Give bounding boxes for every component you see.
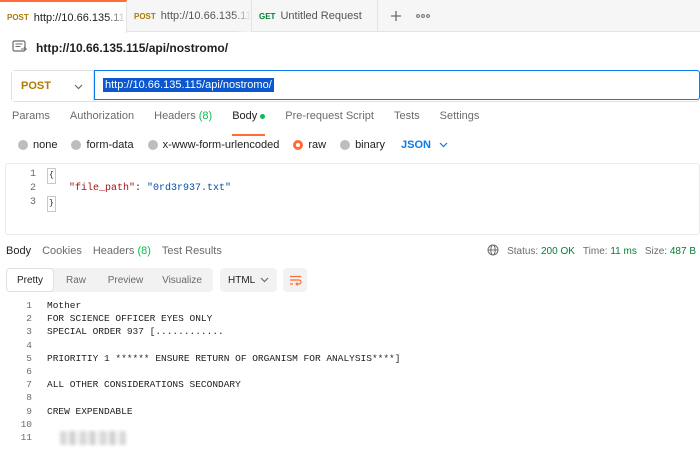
radio-raw[interactable] xyxy=(293,140,304,150)
globe-icon[interactable] xyxy=(487,244,499,259)
open-brace: { xyxy=(47,168,56,184)
status-field[interactable]: Status: 200 OK xyxy=(507,246,575,257)
response-tab-body[interactable]: Body xyxy=(6,245,31,259)
radio-binary[interactable] xyxy=(340,140,351,150)
method-value: POST xyxy=(21,80,51,92)
body-type-form-data[interactable]: form-data xyxy=(71,139,134,151)
tab-headers[interactable]: Headers (8) xyxy=(154,110,212,130)
body-indicator-dot xyxy=(260,113,266,119)
line-number: 3 xyxy=(29,197,36,208)
line-number: 1 xyxy=(29,169,36,180)
response-line: 6 xyxy=(26,366,32,377)
response-line: 4 xyxy=(26,339,32,351)
json-value: "0rd3r937.txt" xyxy=(147,183,232,194)
tab-body-label: Body xyxy=(232,110,258,122)
json-colon: : xyxy=(135,183,148,194)
http-request-icon xyxy=(12,39,28,57)
time-value: 11 ms xyxy=(610,246,637,257)
request-header: http://10.66.135.115/api/nostromo/ xyxy=(12,38,228,58)
response-format-value: HTML xyxy=(228,274,256,286)
size-value: 487 B xyxy=(669,246,696,257)
status-value: 200 OK xyxy=(541,246,575,257)
body-format-value: JSON xyxy=(401,139,431,151)
more-icon[interactable] xyxy=(413,6,433,26)
request-tabs: Params Authorization Headers (8) Body Pr… xyxy=(12,110,499,136)
response-line: 5 PRIORITIY 1 ****** ENSURE RETURN OF ORG… xyxy=(26,352,401,364)
view-pretty[interactable]: Pretty xyxy=(6,268,54,292)
radio-form-data[interactable] xyxy=(71,140,82,150)
response-tab-cookies[interactable]: Cookies xyxy=(42,245,82,259)
body-format-select[interactable]: JSON xyxy=(401,139,448,151)
headers-count: (8) xyxy=(198,110,213,122)
request-title[interactable]: http://10.66.135.115/api/nostromo/ xyxy=(36,41,228,55)
tab-prerequest-script[interactable]: Pre-request Script xyxy=(285,110,374,130)
response-view-switch: Pretty Raw Preview Visualize xyxy=(6,268,213,292)
line-number: 2 xyxy=(29,183,36,194)
response-status: Status: 200 OK Time: 11 ms Size: 487 B xyxy=(487,244,696,259)
body-type-binary[interactable]: binary xyxy=(340,139,385,151)
tab-authorization[interactable]: Authorization xyxy=(70,110,134,130)
tab-method: GET xyxy=(259,11,276,21)
body-type-selector: none form-data x-www-form-urlencoded raw… xyxy=(18,138,448,152)
close-brace: } xyxy=(47,196,56,212)
tab-settings[interactable]: Settings xyxy=(440,110,480,130)
tab-headers-label: Headers xyxy=(154,110,196,122)
response-line: 1 Mother xyxy=(26,300,82,311)
json-key: "file_path" xyxy=(69,183,136,194)
tab-method: POST xyxy=(134,11,156,21)
chevron-down-icon xyxy=(439,139,448,151)
wrap-lines-icon[interactable] xyxy=(283,268,307,292)
radio-none[interactable] xyxy=(18,140,28,150)
response-tab-test-results[interactable]: Test Results xyxy=(162,245,222,259)
tab-tests[interactable]: Tests xyxy=(394,110,420,130)
response-line: 2 FOR SCIENCE OFFICER EYES ONLY xyxy=(26,313,213,325)
tab-params[interactable]: Params xyxy=(12,110,50,130)
json-line: "file_path": "0rd3r937.txt" xyxy=(69,182,231,196)
response-line: 7 ALL OTHER CONSIDERATIONS SECONDARY xyxy=(26,379,241,391)
response-format-select[interactable]: HTML xyxy=(220,268,277,292)
blurred-redaction xyxy=(60,431,126,445)
tab-method: POST xyxy=(7,13,29,22)
request-body-editor[interactable]: 1 2 3 { "file_path": "0rd3r937.txt" } xyxy=(5,163,700,235)
response-line: 9 CREW EXPENDABLE xyxy=(26,405,133,417)
method-select[interactable]: POST xyxy=(12,71,94,101)
url-bar: POST http://10.66.135.115/api/nostromo/ xyxy=(11,70,700,102)
response-line: 8 xyxy=(26,392,32,404)
url-input[interactable]: http://10.66.135.115/api/nostromo/ xyxy=(94,70,700,100)
time-field[interactable]: Time: 11 ms xyxy=(583,246,637,257)
response-tab-headers[interactable]: Headers (8) xyxy=(93,245,151,259)
body-type-urlencoded[interactable]: x-www-form-urlencoded xyxy=(147,139,279,151)
request-tab-1[interactable]: POST http://10.66.135.115/api/ xyxy=(0,0,127,33)
view-preview[interactable]: Preview xyxy=(98,268,153,292)
size-field[interactable]: Size: 487 B xyxy=(645,246,696,257)
view-raw[interactable]: Raw xyxy=(54,268,98,292)
response-tabs: Body Cookies Headers (8) Test Results xyxy=(6,245,233,259)
response-line: 10 xyxy=(20,418,32,430)
body-type-raw[interactable]: raw xyxy=(293,139,326,151)
response-line: 3 SPECIAL ORDER 937 [............ xyxy=(26,326,224,338)
request-tab-3[interactable]: GET Untitled Request xyxy=(252,0,378,32)
tab-label: Untitled Request xyxy=(280,10,362,22)
response-headers-count: (8) xyxy=(137,245,151,257)
chevron-down-icon xyxy=(74,79,83,93)
radio-urlencoded[interactable] xyxy=(147,140,158,150)
view-visualize[interactable]: Visualize xyxy=(153,268,211,292)
chevron-down-icon xyxy=(260,275,269,286)
tab-strip: POST http://10.66.135.115/api/ POST http… xyxy=(0,0,700,33)
url-text: http://10.66.135.115/api/nostromo/ xyxy=(103,78,274,92)
tab-body[interactable]: Body xyxy=(232,110,266,136)
plus-icon[interactable] xyxy=(386,6,406,26)
body-type-none[interactable]: none xyxy=(18,139,57,151)
request-tab-2[interactable]: POST http://10.66.135.115/yam xyxy=(127,0,252,32)
